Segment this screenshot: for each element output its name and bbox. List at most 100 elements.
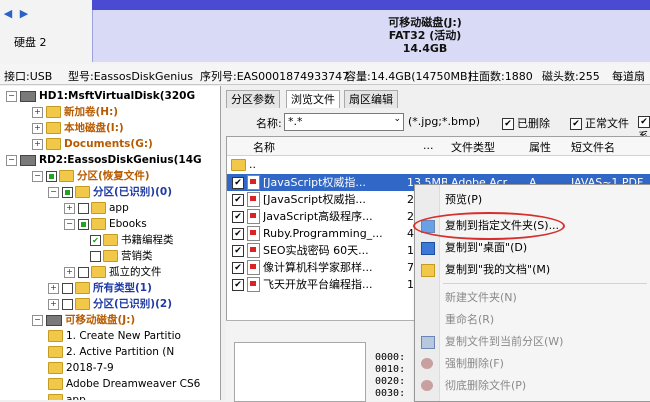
menu-item: 强制删除(F)	[415, 353, 650, 375]
column-type[interactable]: 文件类型	[451, 139, 495, 155]
pdf-file-icon	[247, 175, 260, 190]
tree-checkbox[interactable]	[78, 218, 89, 230]
tree-node-label: 2018-7-9	[66, 362, 114, 374]
deleted-filter-toggle[interactable]: ✔ 已删除	[502, 115, 550, 131]
tree-node[interactable]: + Documents(G:)	[32, 136, 153, 152]
tab-browse-files[interactable]: 浏览文件	[286, 90, 340, 109]
check-icon[interactable]: ✔	[570, 118, 582, 130]
tree-node-label: Adobe Dreamweaver CS6	[66, 378, 201, 390]
tree-node[interactable]: − 可移动磁盘(J:)	[32, 312, 135, 328]
chevron-down-icon[interactable]: ⌄	[393, 114, 401, 124]
file-name: JavaScript高级程序...	[263, 210, 373, 223]
pdf-file-icon	[247, 192, 260, 207]
check-icon[interactable]: ✔	[232, 262, 244, 274]
check-icon[interactable]: ✔	[232, 228, 244, 240]
tree-node[interactable]: + 孤立的文件	[64, 264, 162, 280]
menu-item[interactable]: 复制到"桌面"(D)	[415, 237, 650, 259]
normal-filter-toggle[interactable]: ✔ 正常文件	[570, 115, 629, 131]
column-attr[interactable]: 属性	[529, 139, 551, 155]
back-arrow-icon[interactable]: ◀	[2, 8, 14, 20]
check-icon[interactable]: ✔	[232, 279, 244, 291]
collapse-icon[interactable]: −	[32, 314, 43, 326]
check-icon[interactable]: ✔	[638, 116, 650, 128]
tree-node-label: 1. Create New Partitio	[66, 330, 181, 342]
tree-node[interactable]: + app	[64, 200, 129, 216]
interface-info: 接口:USB	[4, 70, 53, 83]
menu-item-label: 复制到"桌面"(D)	[445, 241, 528, 254]
column-short-name[interactable]: 短文件名	[571, 139, 615, 155]
menu-item[interactable]: 预览(P)	[415, 189, 650, 211]
expand-icon[interactable]: +	[48, 282, 59, 294]
check-icon[interactable]: ✔	[232, 245, 244, 257]
folder-icon	[46, 106, 61, 118]
column-name[interactable]: 名称	[253, 139, 275, 155]
folder-icon	[48, 346, 63, 358]
check-icon[interactable]: ✔	[232, 194, 244, 206]
collapse-icon[interactable]: −	[6, 154, 17, 166]
disk-tree-panel[interactable]: − HD1:MsftVirtualDisk(320G + 新加卷(H:) + 本地磁盘(I…	[0, 86, 221, 400]
menu-item[interactable]: 复制到"我的文档"(M)	[415, 259, 650, 281]
partition-fs: FAT32 (活动)	[388, 29, 462, 42]
column-size[interactable]: ...	[423, 139, 434, 152]
tree-node[interactable]: − 分区(恢复文件)	[32, 168, 150, 184]
tree-node[interactable]: − HD1:MsftVirtualDisk(320G	[6, 88, 195, 104]
check-icon[interactable]: ✔	[502, 118, 514, 130]
forward-arrow-icon[interactable]: ▶	[18, 8, 30, 20]
folder-icon	[75, 298, 90, 310]
expand-icon[interactable]: +	[32, 138, 43, 150]
copy-icon	[421, 336, 435, 349]
tree-node[interactable]: − Ebooks	[64, 216, 147, 232]
menu-item: 复制文件到当前分区(W)	[415, 331, 650, 353]
cylinders-info: 柱面数:1880	[468, 70, 533, 83]
tree-node[interactable]: 2018-7-9	[48, 360, 114, 376]
tree-checkbox[interactable]	[62, 298, 73, 310]
pdf-file-icon	[247, 243, 260, 258]
partition-size: 14.4GB	[402, 42, 448, 55]
expand-icon[interactable]: +	[32, 106, 43, 118]
tree-node[interactable]: Adobe Dreamweaver CS6	[48, 376, 200, 392]
tree-checkbox[interactable]	[62, 186, 73, 198]
tree-node[interactable]: 1. Create New Partitio	[48, 328, 181, 344]
menu-item-label: 复制文件到当前分区(W)	[445, 335, 564, 348]
file-name: [JavaScript权威指...	[263, 176, 366, 189]
tree-node[interactable]: + 分区(已识别)(2)	[48, 296, 172, 312]
tree-checkbox[interactable]	[78, 202, 89, 214]
name-filter-input[interactable]: *.* ⌄	[284, 113, 404, 131]
tree-node[interactable]: + 所有类型(1)	[48, 280, 152, 296]
folder-icon	[91, 218, 106, 230]
collapse-icon[interactable]: −	[64, 218, 75, 230]
tree-node[interactable]: 营销类	[90, 248, 153, 264]
preview-box	[234, 342, 366, 402]
highlight-ring	[413, 212, 565, 240]
expand-icon[interactable]: +	[64, 202, 75, 214]
tree-node[interactable]: app	[48, 392, 86, 400]
tree-node[interactable]: 2. Active Partition (N	[48, 344, 174, 360]
collapse-icon[interactable]: −	[32, 170, 43, 182]
tree-node-label: 分区(已识别)(2)	[93, 298, 173, 310]
folder-icon	[75, 282, 90, 294]
expand-icon[interactable]: +	[64, 266, 75, 278]
collapse-icon[interactable]: −	[48, 186, 59, 198]
parent-folder-row[interactable]: ..	[227, 156, 650, 173]
tree-node[interactable]: − 分区(已识别)(0)	[48, 184, 172, 200]
tab-sector-edit[interactable]: 扇区编辑	[344, 90, 398, 108]
tree-node[interactable]: − RD2:EassosDiskGenius(14G	[6, 152, 202, 168]
tree-checkbox[interactable]	[62, 282, 73, 294]
expand-icon[interactable]: +	[32, 122, 43, 134]
check-icon[interactable]: ✔	[232, 177, 244, 189]
tree-checkbox[interactable]	[46, 170, 57, 182]
menu-item-label: 新建文件夹(N)	[445, 291, 517, 304]
tree-checkbox[interactable]	[90, 250, 101, 262]
check-icon[interactable]: ✔	[232, 211, 244, 223]
tree-node-label: 分区(已识别)(0)	[93, 186, 173, 198]
tree-checkbox[interactable]: ✔	[90, 234, 101, 246]
tree-node-label: 2. Active Partition (N	[66, 346, 175, 358]
expand-icon[interactable]: +	[48, 298, 59, 310]
tree-node[interactable]: + 新加卷(H:)	[32, 104, 118, 120]
disk-info-bar: 接口:USB 型号:EassosDiskGenius 序列号:EAS000187…	[0, 64, 650, 85]
tree-node[interactable]: + 本地磁盘(I:)	[32, 120, 124, 136]
tab-partition-params[interactable]: 分区参数	[226, 90, 280, 108]
collapse-icon[interactable]: −	[6, 90, 17, 102]
tree-node[interactable]: ✔ 书籍编程类	[90, 232, 174, 248]
tree-checkbox[interactable]	[78, 266, 89, 278]
